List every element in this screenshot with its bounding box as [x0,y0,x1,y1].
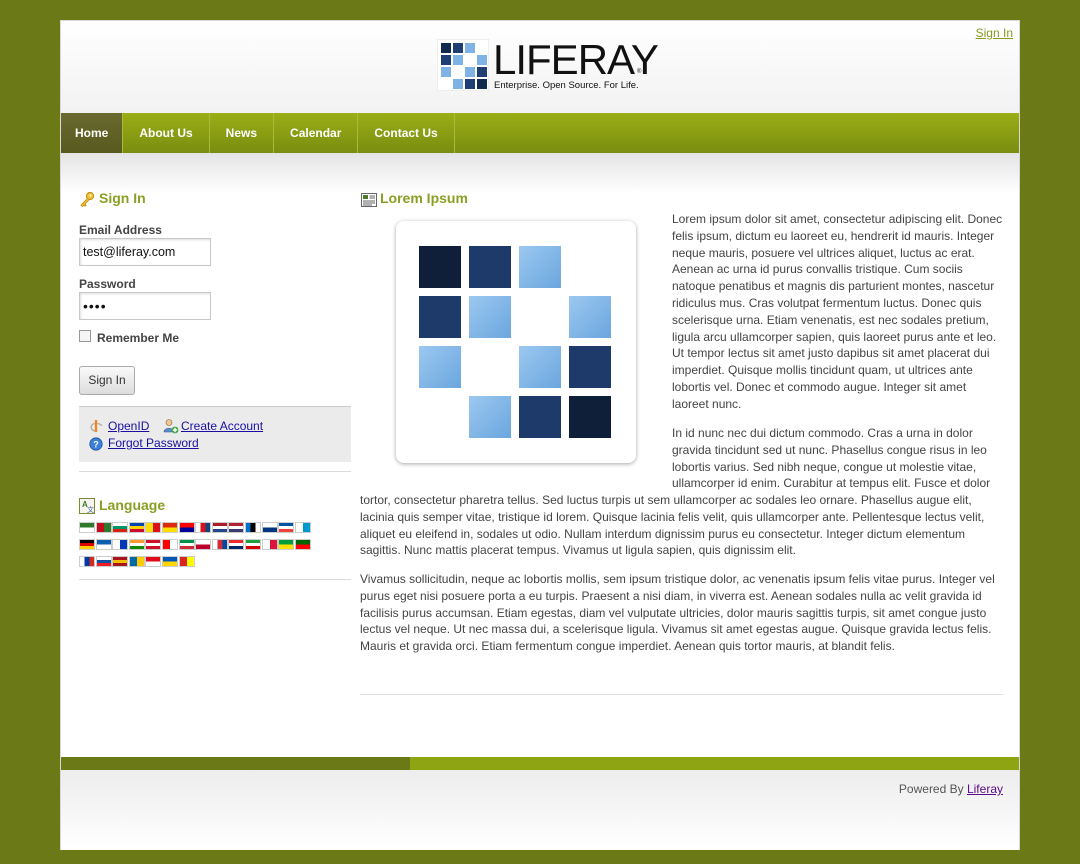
language-flag-icon[interactable] [128,522,145,533]
divider [79,471,351,472]
logo-square [419,296,461,338]
sign-in-portlet-title: Sign In [99,190,146,206]
language-flag-icon[interactable] [244,522,261,533]
powered-by-label: Powered By [898,782,964,796]
openid-link[interactable]: OpenID [108,419,149,433]
email-field[interactable] [79,238,211,266]
password-field[interactable]: •••• [79,292,211,320]
language-flag-icon[interactable] [228,522,245,533]
logo-square [569,346,611,388]
logo-square [419,246,461,288]
language-flag-icon[interactable] [95,539,112,550]
language-flag-icon[interactable] [161,539,178,550]
help-icon: ? [89,437,103,451]
language-flag-icon[interactable] [112,539,129,550]
page-container: Sign In LIFERAY ® Enterprise. Open Sourc… [60,20,1020,850]
forgot-password-link[interactable]: Forgot Password [108,436,199,450]
language-flag-icon[interactable] [112,556,129,567]
logo-square [519,346,561,388]
language-flag-icon[interactable] [128,539,145,550]
logo-text: LIFERAY [493,36,659,83]
logo-square [469,396,511,438]
create-account-link[interactable]: Create Account [181,419,263,433]
language-flag-icon[interactable] [145,522,162,533]
remember-me-label: Remember Me [97,331,180,345]
language-flag-icon[interactable] [261,522,278,533]
add-user-icon [163,419,179,434]
language-flag-icon[interactable] [95,522,112,533]
footer-bar [61,757,410,770]
logo-registered: ® [637,69,642,75]
logo-square [469,246,511,288]
content-top-band [61,153,1019,193]
nav-item-news[interactable]: News [210,113,275,153]
nav-item-calendar[interactable]: Calendar [274,113,359,153]
language-flag-icon[interactable] [112,522,129,533]
language-flag-icon[interactable] [278,539,295,550]
language-flag-icon[interactable] [195,539,212,550]
liferay-logo-icon [437,39,489,91]
language-flag-icon[interactable] [278,522,295,533]
language-flag-icon[interactable] [211,539,228,550]
logo-square [519,246,561,288]
language-flag-icon[interactable] [244,539,261,550]
language-flag-icon[interactable] [178,556,195,567]
powered-by: Powered By Liferay [899,782,1003,796]
nav-item-about-us[interactable]: About Us [123,113,210,153]
footer: Powered By Liferay [61,770,1019,850]
language-flag-icon[interactable] [195,522,212,533]
logo-square [469,296,511,338]
main-navigation: Home About Us News Calendar Contact Us [61,113,1019,153]
divider [360,694,1003,695]
language-flag-icon[interactable] [211,522,228,533]
content-paragraph-2-rest: tortor, consectetur pharetra tellus. Sed… [360,493,985,558]
language-flag-icon[interactable] [261,539,278,550]
logo-tagline: Enterprise. Open Source. For Life. [494,80,639,91]
header: Sign In LIFERAY ® Enterprise. Open Sourc… [61,21,1019,113]
nav-item-home[interactable]: Home [61,113,124,153]
remember-me-checkbox[interactable] [79,330,91,342]
content-paragraph-3: Vivamus sollicitudin, neque ac lobortis … [360,572,995,654]
logo-square [419,346,461,388]
language-icon: A 文 [79,498,95,514]
language-flag-icon[interactable] [228,539,245,550]
logo-square [569,396,611,438]
language-flag-icon[interactable] [145,539,162,550]
key-icon [80,191,95,207]
language-flag-icon[interactable] [294,539,311,550]
liferay-logo-image [396,221,636,463]
email-label: Email Address [79,223,162,237]
divider [79,579,351,580]
svg-text:文: 文 [87,505,94,514]
language-flag-icon[interactable] [145,556,162,567]
article-icon [361,193,377,207]
sign-in-link[interactable]: Sign In [976,26,1013,40]
liferay-logo[interactable]: LIFERAY ® Enterprise. Open Source. For L… [437,37,659,109]
language-flag-icon[interactable] [294,522,311,533]
content-paragraph-2-top: In id nunc nec dui dictum commodo. Cras … [672,426,991,491]
language-flag-icon[interactable] [161,522,178,533]
language-flag-icon[interactable] [128,556,145,567]
language-flags [79,522,347,573]
language-flag-icon[interactable] [79,556,95,567]
language-flag-icon[interactable] [178,522,195,533]
liferay-link[interactable]: Liferay [967,782,1003,796]
logo-square [519,396,561,438]
language-portlet-title: Language [99,497,166,513]
content-paragraph-1: Lorem ipsum dolor sit amet, consectetur … [672,212,1003,411]
language-flag-icon[interactable] [79,522,95,533]
logo-square [569,296,611,338]
password-label: Password [79,277,136,291]
openid-icon [90,420,103,432]
content-title: Lorem Ipsum [380,190,468,206]
language-flag-icon[interactable] [79,539,95,550]
sign-in-navigation: OpenID Create Account ? Forgot Password [79,406,351,462]
language-flag-icon[interactable] [95,556,112,567]
sign-in-button[interactable]: Sign In [79,366,135,395]
footer-bar [410,757,1019,770]
svg-text:?: ? [93,440,99,450]
language-flag-icon[interactable] [178,539,195,550]
nav-item-contact-us[interactable]: Contact Us [358,113,455,153]
language-flag-icon[interactable] [161,556,178,567]
